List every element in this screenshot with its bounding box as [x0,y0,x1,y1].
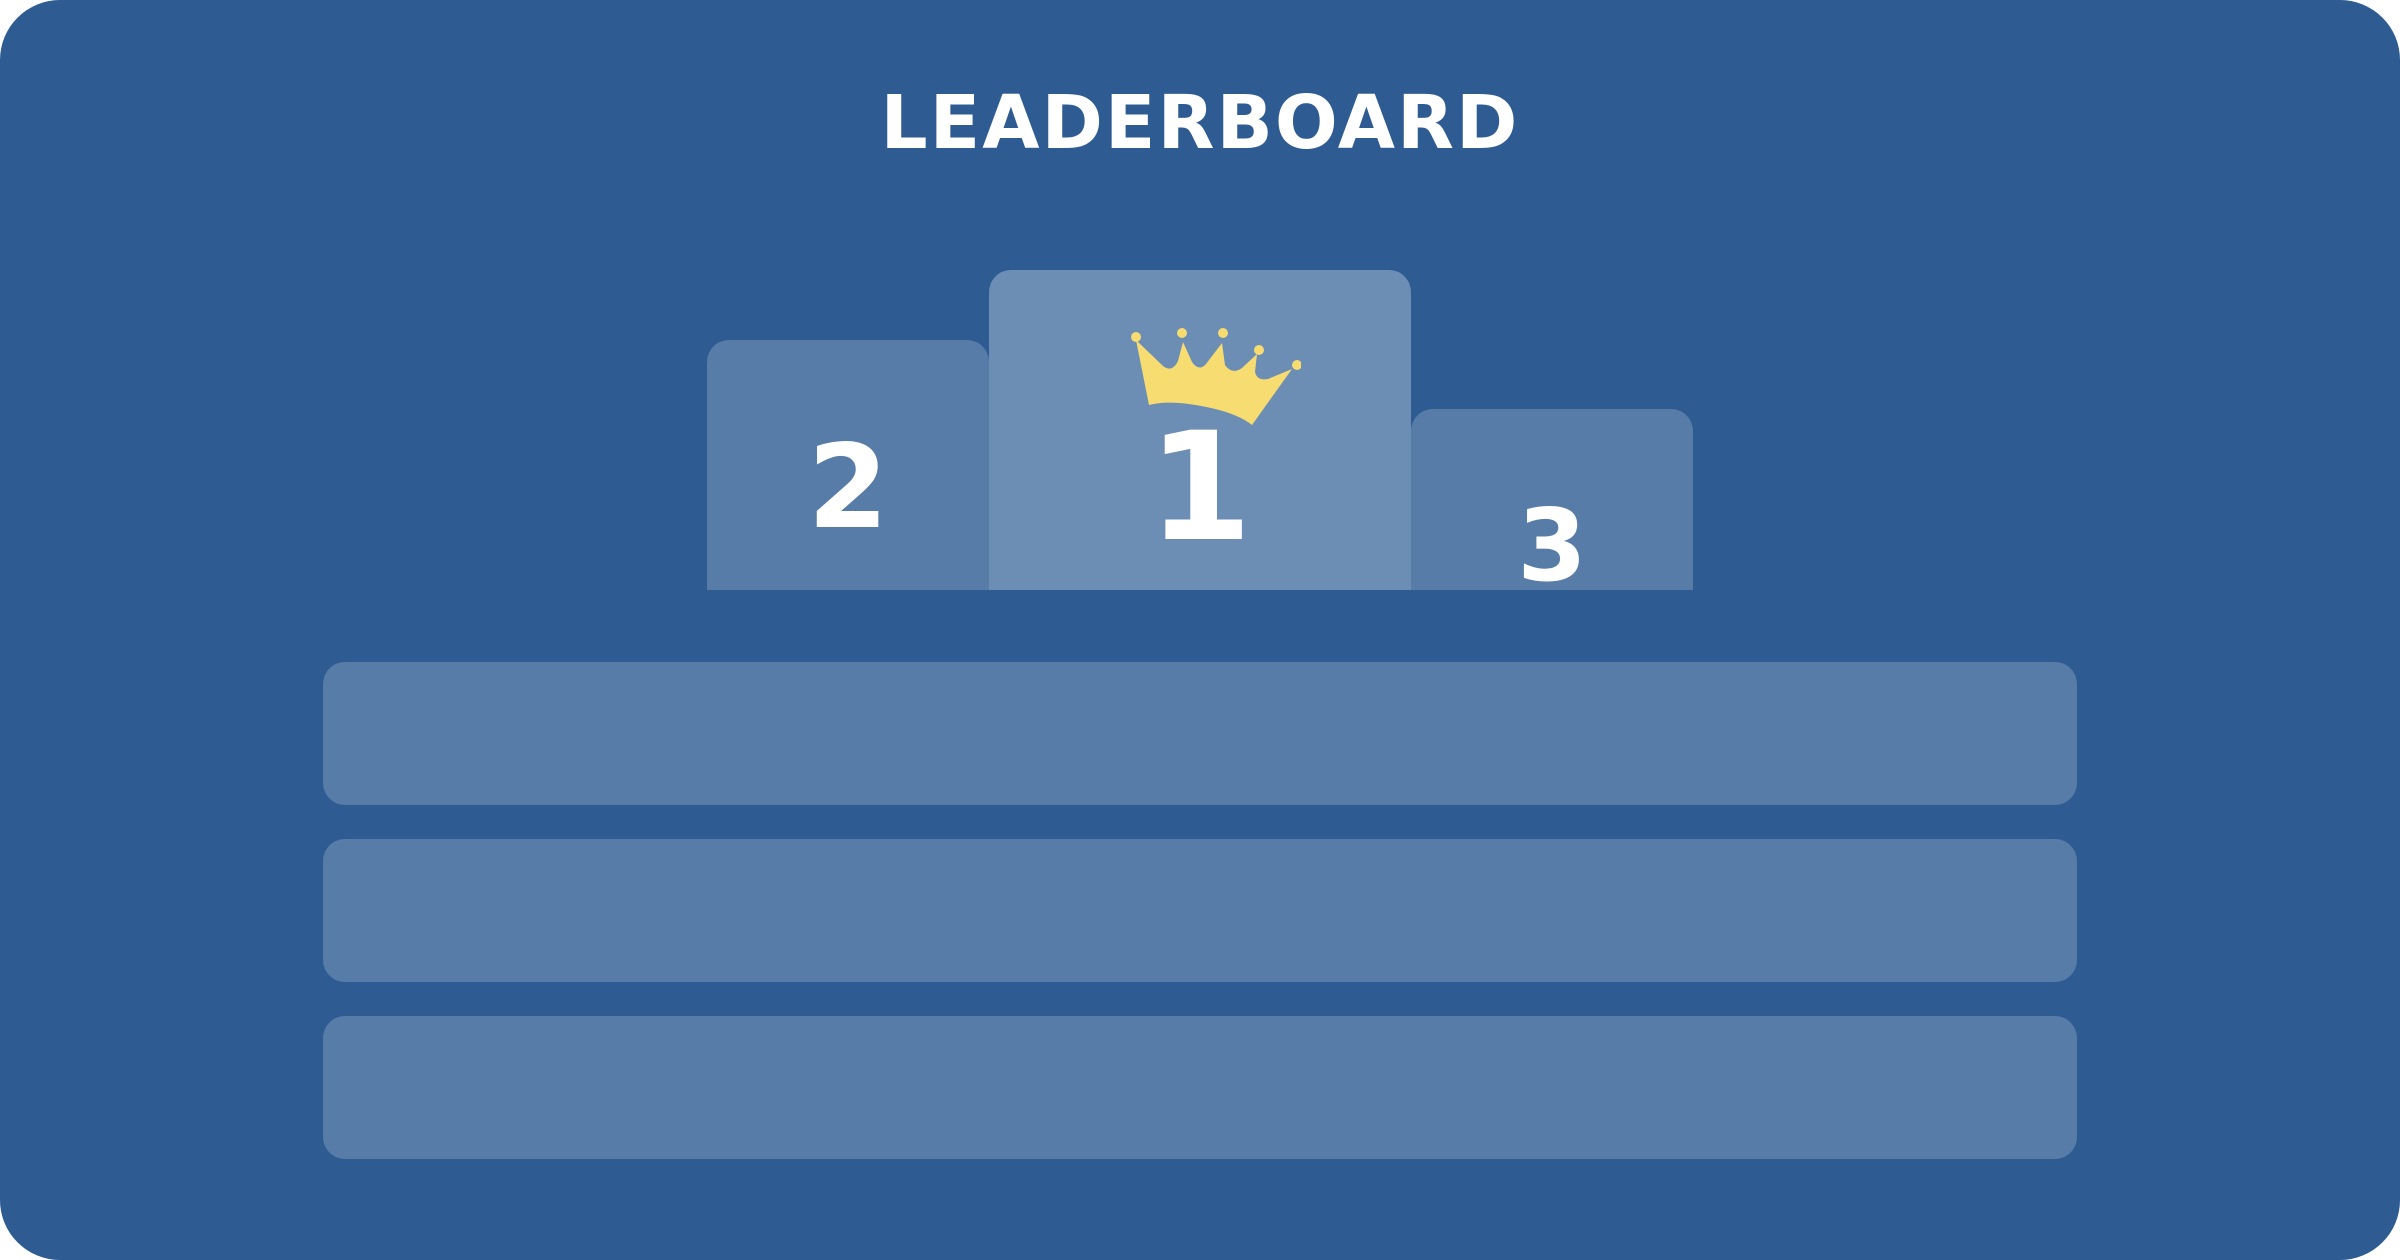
leaderboard-row [323,662,2077,805]
leaderboard-row [323,1016,2077,1159]
page-title: LEADERBOARD [880,80,1520,166]
rank-number-first: 1 [1147,401,1253,575]
rank-number-second: 2 [807,420,889,555]
rank-number-third: 3 [1517,487,1587,604]
podium-third-place: 3 [1411,409,1693,601]
podium-second-place: 2 [707,340,989,590]
podium-first-place: 1 [989,270,1411,590]
leaderboard-row [323,839,2077,982]
leaderboard-card: LEADERBOARD 2 1 3 [0,0,2400,1260]
